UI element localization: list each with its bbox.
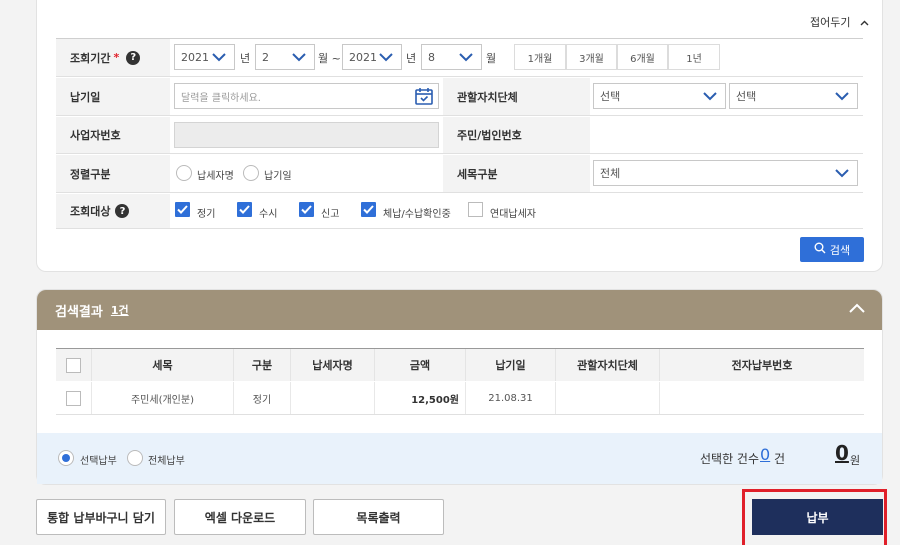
pay-button[interactable]: 납부: [752, 499, 883, 535]
chevron-down-icon: [459, 50, 473, 67]
target-checkbox-report[interactable]: [299, 202, 314, 217]
selected-count-unit: 건: [774, 452, 786, 466]
jurisdiction-select-1[interactable]: 선택: [593, 83, 726, 109]
chevron-up-icon: [856, 16, 869, 29]
cell-amount: 12,500원: [375, 382, 466, 414]
cell-tax-item: 주민세(개인분): [92, 382, 234, 414]
help-icon[interactable]: ?: [115, 204, 130, 218]
jurisdiction-select-2[interactable]: 선택: [729, 83, 858, 109]
results-count: 1건: [110, 304, 129, 317]
col-jurisdiction: 관할자치단체: [556, 349, 660, 381]
end-month-select[interactable]: 8: [421, 44, 482, 70]
start-year-select[interactable]: 2021: [174, 44, 235, 70]
col-taxpayer: 납세자명: [291, 349, 375, 381]
cell-jurisdiction: [556, 382, 660, 414]
search-button[interactable]: 검색: [800, 237, 864, 262]
sort-radio-due[interactable]: [243, 165, 259, 181]
year-unit: 년: [406, 52, 417, 65]
month-unit: 월: [486, 52, 497, 65]
selected-count: 0: [760, 445, 771, 464]
target-label: 조회대상 ?: [56, 194, 170, 228]
row-checkbox[interactable]: [66, 390, 81, 406]
calendar-icon[interactable]: [414, 86, 434, 109]
target-label-joint: 연대납세자: [490, 209, 536, 220]
due-date-input[interactable]: 달력을 클릭하세요.: [174, 83, 439, 109]
cell-type: 정기: [234, 382, 291, 414]
sort-label: 정렬구분: [56, 155, 170, 192]
table-row: [56, 414, 864, 415]
year-unit: 년: [240, 52, 251, 65]
period-1m-button[interactable]: 1개월: [514, 44, 566, 70]
target-checkbox-regular[interactable]: [175, 202, 190, 217]
period-3m-button[interactable]: 3개월: [566, 44, 617, 70]
jurisdiction-label: 관할자치단체: [443, 78, 590, 115]
period-1y-button[interactable]: 1년: [668, 44, 720, 70]
resident-no-label: 주민/법인번호: [443, 117, 590, 153]
business-no-label: 사업자번호: [56, 117, 170, 153]
col-type: 구분: [234, 349, 291, 381]
col-amount: 금액: [375, 349, 466, 381]
cell-taxpayer: [291, 382, 375, 414]
period-6m-button[interactable]: 6개월: [617, 44, 668, 70]
print-list-button[interactable]: 목록출력: [313, 499, 444, 535]
add-to-basket-button[interactable]: 통합 납부바구니 담기: [36, 499, 166, 535]
target-label-report: 신고: [321, 209, 340, 220]
end-year-select[interactable]: 2021: [342, 44, 402, 70]
chevron-up-icon[interactable]: [848, 302, 866, 318]
tax-item-select[interactable]: 전체: [593, 160, 858, 186]
month-unit: 월 ~: [318, 52, 341, 65]
chevron-down-icon: [703, 89, 717, 106]
target-label-regular: 정기: [197, 209, 216, 220]
pay-mode-all-radio[interactable]: [127, 450, 143, 466]
chevron-down-icon: [379, 50, 393, 67]
row-select-cell: [56, 382, 92, 414]
start-month-select[interactable]: 2: [255, 44, 315, 70]
target-label-occasional: 수시: [259, 209, 278, 220]
help-icon[interactable]: ?: [126, 50, 141, 65]
period-label: 조회기간 * ?: [56, 39, 170, 76]
chevron-down-icon: [292, 50, 306, 67]
fold-toggle[interactable]: 접어두기: [810, 14, 869, 30]
tax-item-label: 세목구분: [443, 155, 590, 192]
chevron-down-icon: [835, 166, 849, 183]
target-label-arrears: 체납/수납확인중: [383, 209, 451, 220]
sort-option-name-label: 납세자명: [197, 171, 234, 182]
business-no-input[interactable]: [174, 122, 439, 148]
selected-count-label: 선택한 건수: [700, 452, 760, 466]
excel-download-button[interactable]: 엑셀 다운로드: [174, 499, 306, 535]
cell-epay-no: [660, 382, 864, 414]
radio-dot: [62, 454, 70, 462]
sort-radio-name[interactable]: [176, 165, 192, 181]
select-all-checkbox[interactable]: [66, 357, 81, 373]
sort-option-due-label: 납기일: [264, 171, 292, 182]
pay-mode-all-label: 전체납부: [148, 456, 185, 467]
target-checkbox-arrears[interactable]: [361, 202, 376, 217]
chevron-down-icon: [835, 89, 849, 106]
col-epay-no: 전자납부번호: [660, 349, 864, 381]
results-header: 검색결과 1건: [37, 290, 882, 330]
cell-due-date: 21.08.31: [466, 382, 556, 414]
col-due-date: 납기일: [466, 349, 556, 381]
pay-mode-selected-label: 선택납부: [80, 456, 117, 467]
due-date-label: 납기일: [56, 78, 170, 115]
chevron-down-icon: [212, 50, 226, 67]
pay-mode-selected-radio[interactable]: [58, 450, 74, 466]
target-checkbox-joint[interactable]: [468, 202, 483, 217]
col-tax-item: 세목: [92, 349, 234, 381]
total-amount: 0: [835, 441, 849, 465]
target-checkbox-occasional[interactable]: [237, 202, 252, 217]
total-amount-unit: 원: [850, 454, 861, 467]
search-icon: [814, 242, 826, 257]
select-all-cell: [56, 349, 92, 381]
